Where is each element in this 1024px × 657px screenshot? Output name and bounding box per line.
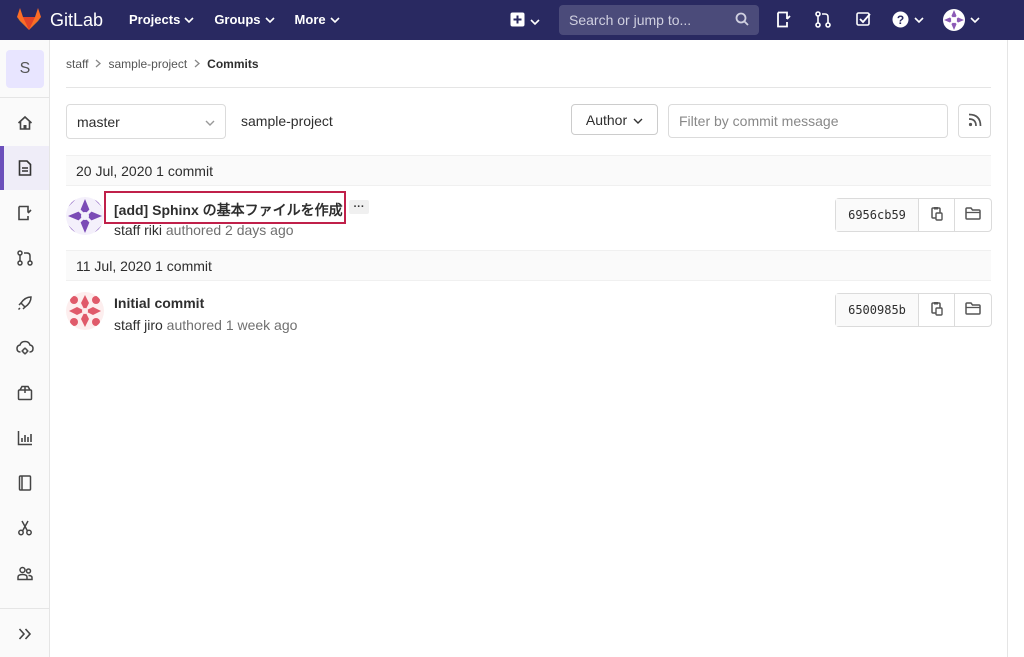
clipboard-icon [930, 301, 943, 319]
project-sidebar: S [0, 40, 50, 657]
breadcrumb-commits[interactable]: Commits [207, 57, 258, 71]
commit-author[interactable]: staff riki [114, 222, 162, 238]
user-menu[interactable] [943, 9, 980, 31]
merge-request-icon[interactable] [15, 248, 35, 268]
nav-more[interactable]: More [295, 12, 340, 27]
chevron-down-icon [264, 12, 275, 27]
chevron-down-icon [330, 12, 340, 27]
project-avatar[interactable]: S [6, 50, 44, 88]
commit-title[interactable]: [add] Sphinx の基本ファイルを作成 [114, 200, 343, 220]
browse-files-button[interactable] [955, 199, 991, 231]
help-dropdown[interactable]: ? [892, 11, 924, 28]
folder-icon [965, 302, 981, 318]
chevron-down-icon [205, 114, 215, 130]
search-icon [735, 12, 749, 29]
search-input[interactable]: Search or jump to... [559, 5, 759, 35]
issues-todo-icon[interactable] [776, 11, 792, 31]
gitlab-logo-icon [16, 7, 42, 34]
breadcrumb: staff sample-project Commits [66, 57, 259, 71]
avatar [943, 9, 965, 31]
commit-sha-group: 6956cb59 [835, 198, 992, 232]
breadcrumb-project[interactable]: sample-project [108, 57, 187, 71]
collapse-icon[interactable] [15, 624, 35, 644]
nav-projects-label: Projects [129, 12, 181, 27]
rocket-icon[interactable] [15, 293, 35, 313]
commit-authored-time: authored 2 days ago [161, 222, 294, 238]
chevron-right-icon [95, 57, 102, 71]
rss-button[interactable] [958, 104, 991, 138]
chevron-down-icon [970, 17, 980, 24]
avatar[interactable] [66, 292, 104, 330]
new-item-dropdown[interactable] [510, 12, 540, 30]
rss-icon [968, 113, 982, 130]
chevron-right-icon [194, 57, 201, 71]
commit-sha[interactable]: 6500985b [836, 294, 919, 326]
nav-projects[interactable]: Projects [129, 12, 194, 27]
nav-more-label: More [294, 12, 326, 27]
chevron-down-icon [530, 13, 540, 29]
wiki-icon[interactable] [15, 473, 35, 493]
commit-day-header: 11 Jul, 2020 1 commit [66, 250, 991, 281]
home-icon[interactable] [15, 113, 35, 133]
commit-title[interactable]: Initial commit [114, 295, 204, 311]
commit-day-header: 20 Jul, 2020 1 commit [66, 155, 991, 186]
top-navbar: GitLab Projects Groups More Search or ju… [0, 0, 1024, 40]
commit-author[interactable]: staff jiro [114, 317, 163, 333]
plus-square-icon [510, 12, 525, 30]
commit-sha[interactable]: 6956cb59 [836, 199, 919, 231]
sidebar-divider [0, 97, 49, 98]
cloud-gear-icon[interactable] [15, 338, 35, 358]
commit-message-filter-input[interactable]: Filter by commit message [668, 104, 948, 138]
nav-groups[interactable]: Groups [214, 12, 275, 27]
commit-meta: staff riki authored 2 days ago [114, 222, 294, 238]
sidebar-active-indicator [0, 146, 4, 190]
expand-commit-button[interactable]: ··· [349, 200, 369, 214]
breadcrumb-divider [66, 87, 991, 88]
author-dropdown-button[interactable]: Author [571, 104, 658, 135]
copy-sha-button[interactable] [919, 199, 955, 231]
svg-text:?: ? [897, 13, 904, 27]
analytics-icon[interactable] [15, 428, 35, 448]
help-icon: ? [892, 11, 909, 28]
todos-icon[interactable] [856, 11, 872, 31]
issues-icon[interactable] [15, 203, 35, 223]
snippets-icon[interactable] [15, 518, 35, 538]
search-placeholder: Search or jump to... [569, 12, 692, 28]
commit-authored-time: authored 1 week ago [162, 317, 298, 333]
commit-meta: staff jiro authored 1 week ago [114, 317, 297, 333]
package-icon[interactable] [15, 383, 35, 403]
filter-placeholder: Filter by commit message [679, 113, 839, 129]
author-dropdown-label: Author [585, 111, 628, 128]
folder-icon [965, 207, 981, 223]
commit-row: Initial commit staff jiro authored 1 wee… [66, 282, 992, 344]
copy-sha-button[interactable] [919, 294, 955, 326]
repository-icon[interactable] [15, 158, 35, 178]
sidebar-divider [0, 608, 49, 609]
avatar[interactable] [66, 197, 104, 235]
breadcrumb-staff[interactable]: staff [66, 57, 88, 71]
branch-select[interactable]: master [66, 104, 226, 139]
ellipsis-icon: ··· [353, 200, 365, 213]
commit-row: [add] Sphinx の基本ファイルを作成 ··· staff riki a… [66, 187, 992, 249]
branch-select-value: master [77, 113, 120, 130]
clipboard-icon [930, 206, 943, 224]
commit-sha-group: 6500985b [835, 293, 992, 327]
merge-requests-icon[interactable] [815, 11, 831, 31]
project-path: sample-project [241, 113, 333, 129]
members-icon[interactable] [15, 563, 35, 583]
nav-groups-label: Groups [214, 12, 261, 27]
vertical-scrollbar[interactable] [1007, 40, 1024, 657]
brand-name: GitLab [50, 9, 104, 30]
chevron-down-icon [633, 112, 643, 128]
browse-files-button[interactable] [955, 294, 991, 326]
chevron-down-icon [914, 16, 924, 23]
gitlab-home-link[interactable]: GitLab [0, 7, 118, 34]
chevron-down-icon [184, 12, 194, 27]
